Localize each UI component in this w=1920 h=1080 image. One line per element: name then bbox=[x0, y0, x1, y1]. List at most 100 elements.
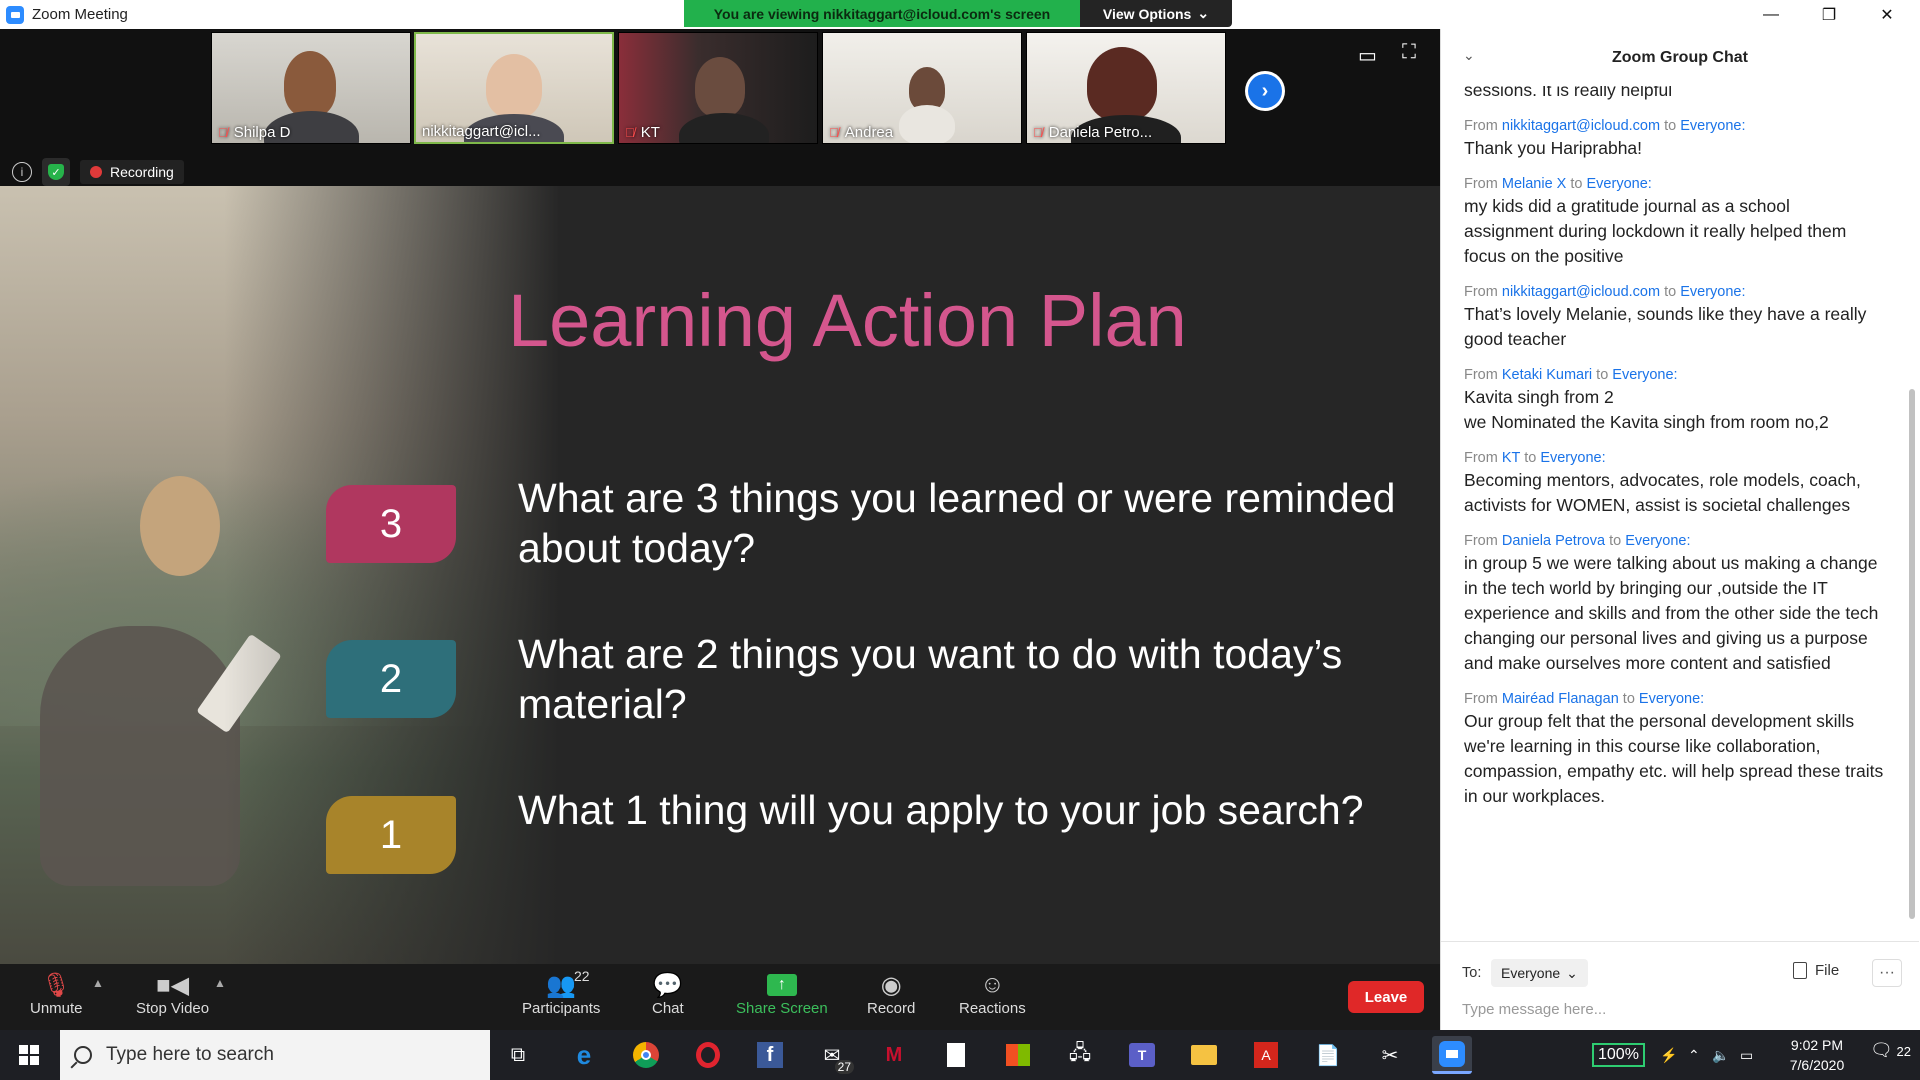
next-page-button[interactable]: › bbox=[1245, 71, 1285, 111]
to-word: to bbox=[1570, 176, 1583, 192]
stop-video-button[interactable]: ■◀ Stop Video bbox=[136, 970, 210, 1018]
taskbar-search-placeholder: Type here to search bbox=[106, 1044, 274, 1065]
document-icon[interactable] bbox=[936, 1036, 976, 1074]
from-label: From bbox=[1464, 533, 1498, 549]
restore-icon[interactable]: ❐ bbox=[1800, 0, 1858, 29]
microsoft-store-icon[interactable] bbox=[998, 1036, 1038, 1074]
recording-label: Recording bbox=[110, 164, 174, 180]
security-shield-icon[interactable]: ✓ bbox=[42, 158, 70, 186]
chevron-up-icon[interactable]: ⌃ bbox=[1688, 1030, 1700, 1080]
participant-thumbnail[interactable]: 🎙̸ Daniela Petro... bbox=[1026, 32, 1226, 144]
notification-count: 22 bbox=[1896, 1044, 1911, 1059]
chat-message-meta: From Ketaki Kumari to Everyone: bbox=[1464, 365, 1884, 385]
teams-icon[interactable]: T bbox=[1122, 1036, 1162, 1074]
snipping-tool-icon[interactable]: ✂ bbox=[1370, 1036, 1410, 1074]
opera-browser-icon[interactable] bbox=[688, 1036, 728, 1074]
mail-icon[interactable]: ✉ 27 bbox=[812, 1036, 854, 1074]
notification-icon: 🗨 bbox=[1870, 1040, 1893, 1060]
participant-name: Andrea bbox=[844, 124, 894, 141]
mic-muted-icon: 🎙̸ bbox=[829, 125, 839, 140]
chevron-down-icon[interactable]: ⌄ bbox=[1463, 47, 1475, 64]
audio-options-caret-icon[interactable]: ▲ bbox=[92, 976, 104, 990]
video-options-caret-icon[interactable]: ▲ bbox=[214, 976, 226, 990]
participant-thumbnail-active-speaker[interactable]: nikkitaggart@icl... bbox=[414, 32, 614, 144]
windows-logo-icon bbox=[19, 1045, 39, 1065]
minimize-icon[interactable]: — bbox=[1742, 0, 1800, 29]
chat-message-meta: From nikkitaggart@icloud.com to Everyone… bbox=[1464, 116, 1884, 136]
chat-scrollbar-thumb[interactable] bbox=[1909, 389, 1915, 919]
chat-message-meta: From nikkitaggart@icloud.com to Everyone… bbox=[1464, 282, 1884, 302]
participant-thumbnail[interactable]: 🎙̸ Shilpa D bbox=[211, 32, 411, 144]
charging-icon[interactable]: ⚡ bbox=[1660, 1030, 1677, 1080]
chat-message-input[interactable] bbox=[1462, 996, 1882, 1022]
message-recipient: Everyone: bbox=[1540, 450, 1606, 466]
participants-button[interactable]: 👥 22 Participants bbox=[522, 968, 600, 1017]
notifications-button[interactable]: 🗨 22 bbox=[1870, 1040, 1911, 1061]
zoom-taskbar-icon[interactable] bbox=[1432, 1036, 1472, 1074]
participant-name: Daniela Petro... bbox=[1048, 124, 1153, 141]
more-options-icon[interactable]: ··· bbox=[1872, 959, 1902, 987]
chat-message: From nikkitaggart@icloud.com to Everyone… bbox=[1464, 282, 1884, 352]
chat-message: From Ketaki Kumari to Everyone: Kavita si… bbox=[1464, 365, 1884, 435]
reactions-button[interactable]: ☺ Reactions bbox=[959, 970, 1026, 1017]
participant-thumbnail[interactable]: 🎙̸ Andrea bbox=[822, 32, 1022, 144]
stop-video-label: Stop Video bbox=[136, 1000, 210, 1017]
reactions-label: Reactions bbox=[959, 1000, 1026, 1017]
network-app-icon[interactable]: 🖧 bbox=[1060, 1036, 1100, 1074]
file-explorer-icon[interactable] bbox=[1184, 1036, 1224, 1074]
close-icon[interactable]: ✕ bbox=[1858, 0, 1916, 29]
chat-header: Zoom Group Chat bbox=[1441, 29, 1919, 86]
search-icon bbox=[74, 1046, 92, 1064]
chat-message-list[interactable]: sessions. It is really helpful From nikk… bbox=[1441, 86, 1906, 941]
to-word: to bbox=[1664, 284, 1677, 300]
chat-button[interactable]: 💬 Chat bbox=[652, 970, 684, 1018]
battery-percentage[interactable]: 100% bbox=[1592, 1043, 1645, 1067]
slide-photo-woman-reading bbox=[0, 186, 560, 964]
from-label: From bbox=[1464, 176, 1498, 192]
chat-message-meta: From Mairéad Flanagan to Everyone: bbox=[1464, 689, 1884, 709]
recording-indicator[interactable]: Recording bbox=[80, 160, 184, 184]
message-sender[interactable]: Daniela Petrova bbox=[1502, 533, 1605, 549]
participant-thumbnail[interactable]: 🎙̸ KT bbox=[618, 32, 818, 144]
message-sender[interactable]: nikkitaggart@icloud.com bbox=[1502, 118, 1660, 134]
view-options-button[interactable]: View Options ⌄ bbox=[1080, 0, 1232, 27]
message-sender[interactable]: nikkitaggart@icloud.com bbox=[1502, 284, 1660, 300]
chat-message-meta: From Daniela Petrova to Everyone: bbox=[1464, 531, 1884, 551]
message-sender[interactable]: Ketaki Kumari bbox=[1502, 367, 1592, 383]
share-screen-button[interactable]: ↑ Share Screen bbox=[736, 970, 828, 1017]
message-sender[interactable]: Melanie X bbox=[1502, 176, 1566, 192]
facebook-icon[interactable]: f bbox=[750, 1036, 790, 1074]
start-button[interactable] bbox=[0, 1030, 58, 1080]
taskbar-clock[interactable]: 9:02 PM 7/6/2020 bbox=[1775, 1035, 1859, 1075]
clock-time: 9:02 PM bbox=[1790, 1037, 1844, 1053]
chrome-browser-icon[interactable] bbox=[626, 1036, 666, 1074]
slide-question: What 1 thing will you apply to your job … bbox=[518, 787, 1364, 833]
viewing-screen-banner: You are viewing nikkitaggart@icloud.com'… bbox=[684, 0, 1080, 27]
fullscreen-icon[interactable]: ⛶ bbox=[1402, 41, 1416, 64]
from-label: From bbox=[1464, 367, 1498, 383]
notepad-icon[interactable]: 📄 bbox=[1308, 1036, 1348, 1074]
battery-icon[interactable]: ▭ bbox=[1740, 1030, 1753, 1080]
recipient-select[interactable]: Everyone ⌄ bbox=[1491, 959, 1588, 987]
chat-label: Chat bbox=[652, 1000, 684, 1017]
volume-icon[interactable]: 🔈 bbox=[1712, 1030, 1729, 1080]
mcafee-icon[interactable]: M bbox=[874, 1036, 914, 1074]
info-icon[interactable]: i bbox=[12, 162, 32, 182]
meeting-status-row: i ✓ Recording bbox=[0, 157, 184, 187]
file-button[interactable]: File bbox=[1793, 962, 1839, 979]
record-button[interactable]: ◉ Record bbox=[867, 970, 915, 1018]
leave-button[interactable]: Leave bbox=[1348, 981, 1424, 1013]
edge-browser-icon[interactable]: e bbox=[564, 1036, 604, 1074]
message-sender[interactable]: Mairéad Flanagan bbox=[1502, 691, 1619, 707]
unmute-button[interactable]: 🎙 Unmute bbox=[30, 970, 83, 1018]
taskbar-search-box[interactable]: Type here to search bbox=[60, 1030, 490, 1080]
gallery-view-icon[interactable]: ▭ bbox=[1358, 43, 1377, 68]
to-word: to bbox=[1609, 533, 1622, 549]
acrobat-icon[interactable]: A bbox=[1246, 1036, 1286, 1074]
message-recipient: Everyone: bbox=[1586, 176, 1652, 192]
message-sender[interactable]: KT bbox=[1502, 450, 1520, 466]
task-view-icon[interactable]: ⧉ bbox=[498, 1036, 538, 1074]
from-label: From bbox=[1464, 691, 1498, 707]
file-label: File bbox=[1815, 962, 1840, 979]
recording-dot-icon bbox=[90, 166, 102, 178]
